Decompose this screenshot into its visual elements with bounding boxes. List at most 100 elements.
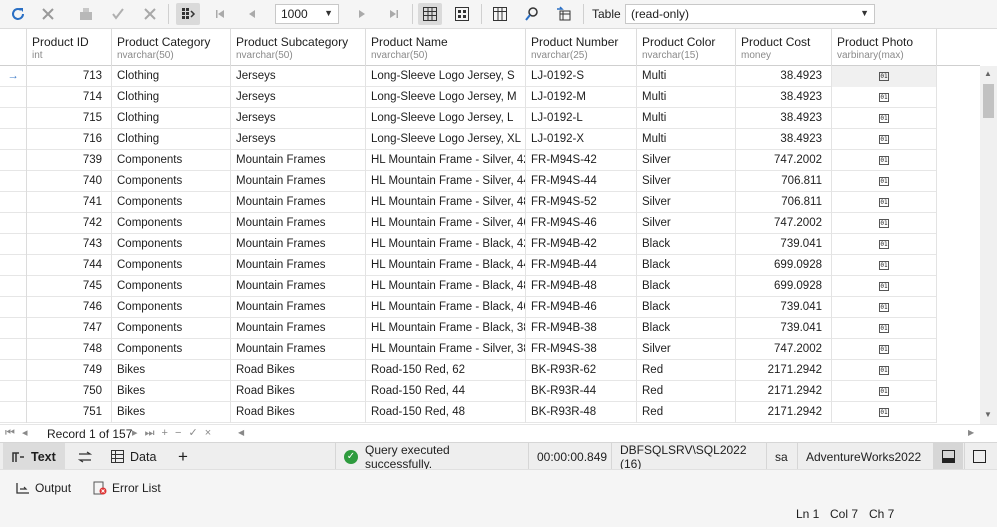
column-header-product-name[interactable]: Product Name nvarchar(50) xyxy=(366,29,526,66)
scroll-thumb[interactable] xyxy=(983,84,994,118)
cell-product-name[interactable]: HL Mountain Frame - Silver, 44 xyxy=(366,171,526,192)
row-indicator[interactable] xyxy=(0,108,27,129)
cell-product-color[interactable]: Multi xyxy=(637,87,736,108)
discard-icon[interactable] xyxy=(138,3,162,25)
cell-product-number[interactable]: FR-M94S-38 xyxy=(526,339,637,360)
cell-product-cost[interactable]: 38.4923 xyxy=(736,66,832,87)
row-indicator[interactable] xyxy=(0,192,27,213)
cell-product-id[interactable]: 742 xyxy=(27,213,112,234)
cell-product-photo[interactable]: 01 xyxy=(832,171,937,192)
cell-product-number[interactable]: LJ-0192-L xyxy=(526,108,637,129)
cell-product-subcategory[interactable]: Jerseys xyxy=(231,129,366,150)
cell-product-color[interactable]: Silver xyxy=(637,192,736,213)
cell-product-name[interactable]: Road-150 Red, 48 xyxy=(366,402,526,423)
cell-product-photo[interactable]: 01 xyxy=(832,213,937,234)
cell-product-number[interactable]: FR-M94B-38 xyxy=(526,318,637,339)
table-row[interactable]: 714 Clothing Jerseys Long-Sleeve Logo Jerse… xyxy=(0,87,937,108)
cell-product-id[interactable]: 743 xyxy=(27,234,112,255)
cell-product-color[interactable]: Red xyxy=(637,360,736,381)
cell-product-number[interactable]: FR-M94B-46 xyxy=(526,297,637,318)
cell-product-photo[interactable]: 01 xyxy=(832,318,937,339)
cell-product-subcategory[interactable]: Road Bikes xyxy=(231,381,366,402)
cell-product-category[interactable]: Bikes xyxy=(112,360,231,381)
switch-view-button[interactable] xyxy=(70,443,102,470)
table-row[interactable]: 716 Clothing Jerseys Long-Sleeve Logo Jerse… xyxy=(0,129,937,150)
row-indicator[interactable] xyxy=(0,276,27,297)
cell-product-subcategory[interactable]: Road Bikes xyxy=(231,360,366,381)
row-indicator[interactable] xyxy=(0,150,27,171)
cell-product-number[interactable]: BK-R93R-44 xyxy=(526,381,637,402)
cell-product-cost[interactable]: 747.2002 xyxy=(736,150,832,171)
cell-product-cost[interactable]: 747.2002 xyxy=(736,213,832,234)
cell-product-cost[interactable]: 739.041 xyxy=(736,297,832,318)
add-tab-button[interactable]: + xyxy=(170,443,198,470)
column-header-product-subcategory[interactable]: Product Subcategory nvarchar(50) xyxy=(231,29,366,66)
cell-product-id[interactable]: 715 xyxy=(27,108,112,129)
cell-product-photo[interactable]: 01 xyxy=(832,234,937,255)
table-row[interactable]: 715 Clothing Jerseys Long-Sleeve Logo Jerse… xyxy=(0,108,937,129)
table-row[interactable]: 741 Components Mountain Frames HL Mountain … xyxy=(0,192,937,213)
cell-product-photo[interactable]: 01 xyxy=(832,150,937,171)
find-icon[interactable] xyxy=(520,3,544,25)
card-view-icon[interactable] xyxy=(450,3,474,25)
cell-product-cost[interactable]: 706.811 xyxy=(736,171,832,192)
cell-product-id[interactable]: 714 xyxy=(27,87,112,108)
table-row[interactable]: 747 Components Mountain Frames HL Mountain … xyxy=(0,318,937,339)
cell-product-cost[interactable]: 38.4923 xyxy=(736,108,832,129)
cell-product-id[interactable]: 716 xyxy=(27,129,112,150)
apply-icon[interactable] xyxy=(106,3,130,25)
cell-product-color[interactable]: Silver xyxy=(637,171,736,192)
cell-product-category[interactable]: Clothing xyxy=(112,87,231,108)
table-row[interactable]: 750 Bikes Road Bikes Road-150 Red, 44 BK-R93… xyxy=(0,381,937,402)
cell-product-subcategory[interactable]: Mountain Frames xyxy=(231,297,366,318)
table-row[interactable]: 739 Components Mountain Frames HL Mountain … xyxy=(0,150,937,171)
cell-product-cost[interactable]: 699.0928 xyxy=(736,276,832,297)
next-page-icon[interactable] xyxy=(350,3,374,25)
cell-product-color[interactable]: Red xyxy=(637,402,736,423)
cell-product-cost[interactable]: 739.041 xyxy=(736,318,832,339)
cell-product-category[interactable]: Bikes xyxy=(112,381,231,402)
cell-product-color[interactable]: Multi xyxy=(637,129,736,150)
split-bottom-button[interactable] xyxy=(933,443,963,470)
row-indicator[interactable] xyxy=(0,297,27,318)
table-row[interactable]: 745 Components Mountain Frames HL Mountain … xyxy=(0,276,937,297)
prev-page-icon[interactable] xyxy=(240,3,264,25)
cell-product-number[interactable]: FR-M94B-44 xyxy=(526,255,637,276)
cell-product-id[interactable]: 749 xyxy=(27,360,112,381)
cell-product-color[interactable]: Black xyxy=(637,255,736,276)
cancel-icon[interactable] xyxy=(36,3,60,25)
cell-product-category[interactable]: Components xyxy=(112,297,231,318)
cell-product-number[interactable]: BK-R93R-62 xyxy=(526,360,637,381)
cell-product-number[interactable]: FR-M94S-42 xyxy=(526,150,637,171)
cell-product-name[interactable]: HL Mountain Frame - Black, 44 xyxy=(366,255,526,276)
row-indicator[interactable] xyxy=(0,87,27,108)
cell-product-name[interactable]: HL Mountain Frame - Black, 46 xyxy=(366,297,526,318)
cell-product-number[interactable]: FR-M94S-46 xyxy=(526,213,637,234)
pagination-icon[interactable] xyxy=(176,3,200,25)
cell-product-name[interactable]: Road-150 Red, 44 xyxy=(366,381,526,402)
cell-product-category[interactable]: Components xyxy=(112,192,231,213)
first-page-icon[interactable] xyxy=(208,3,232,25)
export-icon[interactable] xyxy=(552,3,576,25)
column-header-product-photo[interactable]: Product Photo varbinary(max) xyxy=(832,29,937,66)
cell-product-category[interactable]: Components xyxy=(112,234,231,255)
cell-product-category[interactable]: Components xyxy=(112,255,231,276)
cell-product-cost[interactable]: 38.4923 xyxy=(736,129,832,150)
cell-product-category[interactable]: Components xyxy=(112,276,231,297)
table-row[interactable]: 746 Components Mountain Frames HL Mountain … xyxy=(0,297,937,318)
cell-product-subcategory[interactable]: Mountain Frames xyxy=(231,339,366,360)
cell-product-subcategory[interactable]: Jerseys xyxy=(231,108,366,129)
cell-product-color[interactable]: Black xyxy=(637,234,736,255)
row-indicator[interactable] xyxy=(0,213,27,234)
cell-product-category[interactable]: Components xyxy=(112,339,231,360)
scroll-left-icon[interactable]: ◀ xyxy=(238,428,244,437)
cell-product-cost[interactable]: 2171.2942 xyxy=(736,402,832,423)
cell-product-number[interactable]: LJ-0192-M xyxy=(526,87,637,108)
cell-product-photo[interactable]: 01 xyxy=(832,255,937,276)
row-indicator[interactable] xyxy=(0,255,27,276)
cell-product-name[interactable]: Long-Sleeve Logo Jersey, XL xyxy=(366,129,526,150)
column-header-product-cost[interactable]: Product Cost money xyxy=(736,29,832,66)
table-row[interactable]: 749 Bikes Road Bikes Road-150 Red, 62 BK-R93… xyxy=(0,360,937,381)
cell-product-name[interactable]: HL Mountain Frame - Silver, 42 xyxy=(366,150,526,171)
cell-product-photo[interactable]: 01 xyxy=(832,192,937,213)
